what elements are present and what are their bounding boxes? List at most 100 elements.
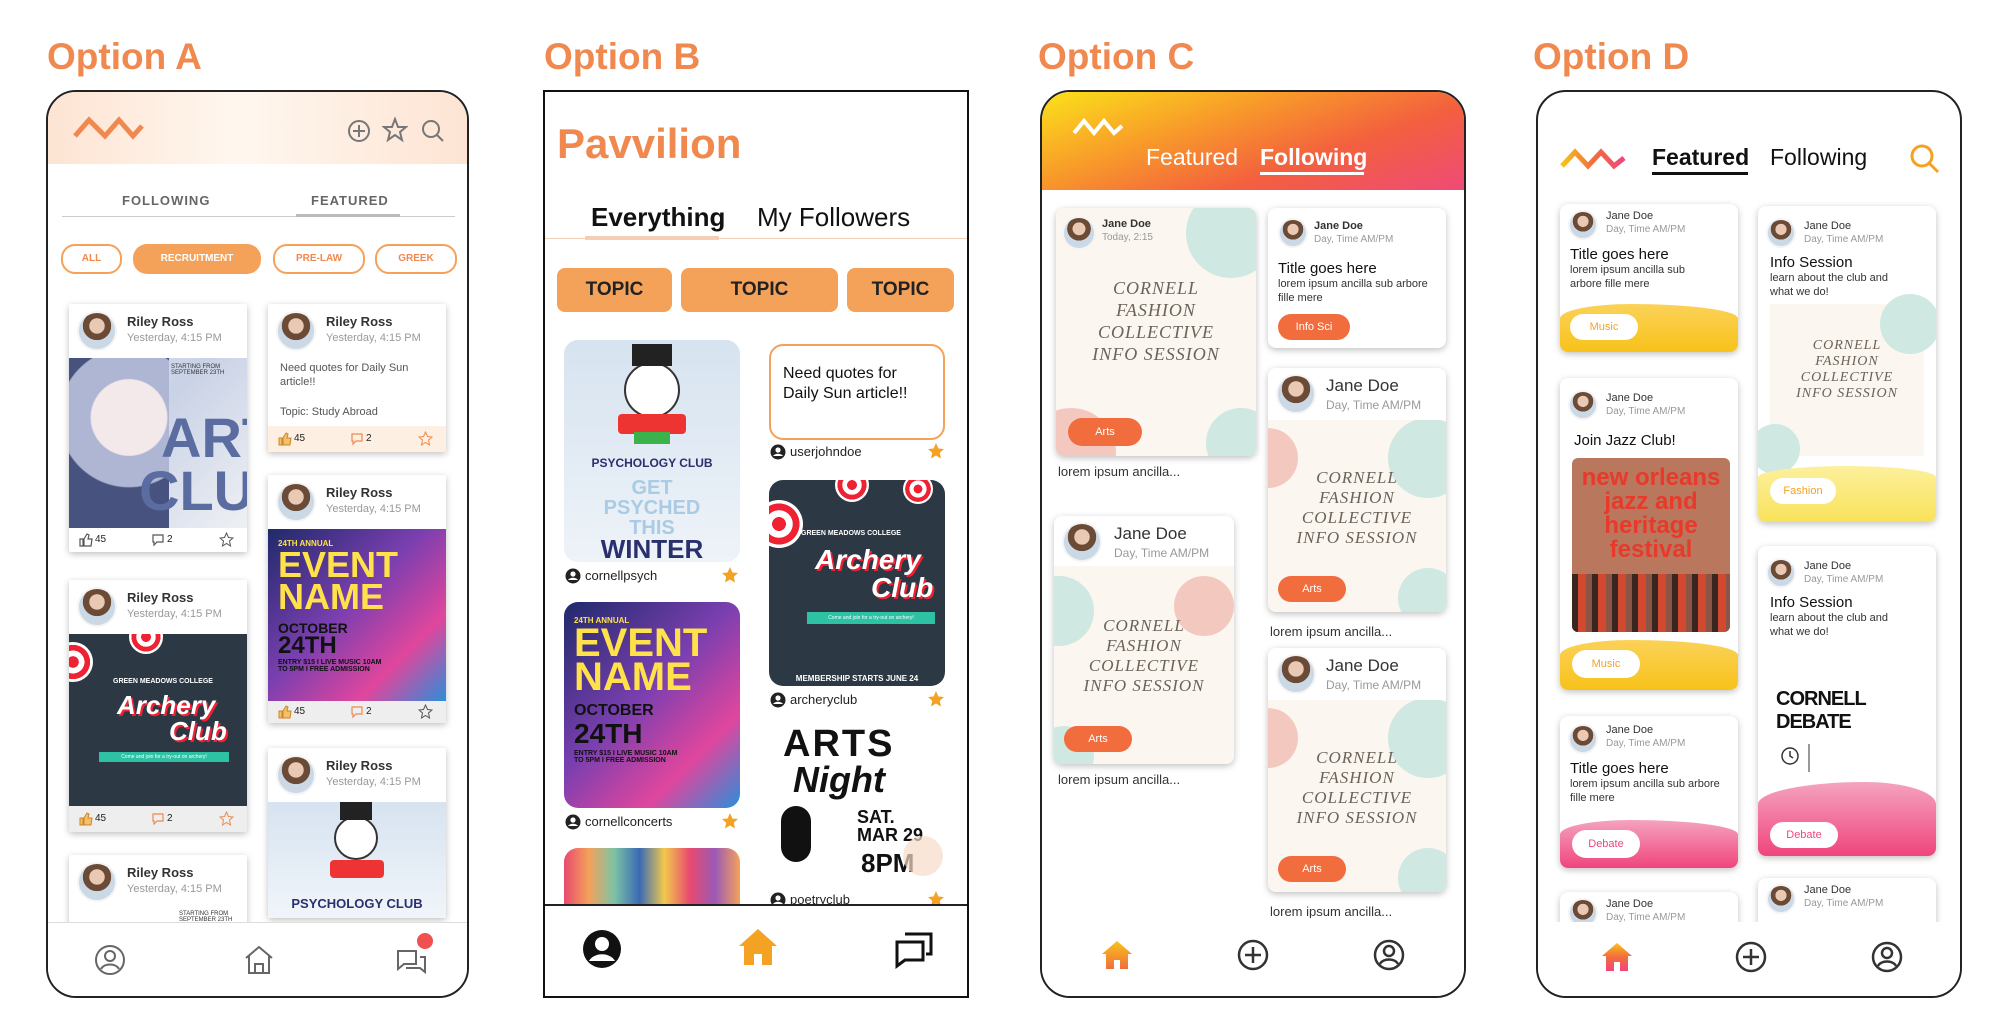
- post-time: Yesterday, 4:15 PM: [326, 503, 421, 515]
- post-card[interactable]: Jane Doe Day, Time AM/PM Join Jazz Club!…: [1560, 378, 1738, 690]
- star-icon[interactable]: [418, 704, 433, 719]
- post-time: Yesterday, 4:15 PM: [326, 776, 421, 788]
- author-name: Jane Doe: [1606, 724, 1654, 736]
- post-title: Title goes here: [1278, 260, 1377, 277]
- tab-everything[interactable]: Everything: [591, 202, 725, 233]
- tag-arts[interactable]: Arts: [1068, 418, 1142, 446]
- text-post[interactable]: Need quotes for Daily Sun article!!: [769, 344, 945, 440]
- author-name: Jane Doe: [1326, 656, 1399, 675]
- tag-music[interactable]: Music: [1570, 314, 1638, 340]
- tag-music[interactable]: Music: [1572, 650, 1640, 678]
- thumbs-up-icon[interactable]: [278, 705, 292, 719]
- comment-icon[interactable]: [151, 533, 165, 547]
- star-icon[interactable]: [927, 690, 945, 708]
- comment-icon[interactable]: [151, 812, 165, 826]
- post-time: Day, Time AM/PM: [1804, 234, 1884, 245]
- post-card[interactable]: CORNELL FASHION COLLECTIVE INFO SESSION …: [1056, 208, 1256, 456]
- star-icon[interactable]: [721, 566, 739, 584]
- username[interactable]: archeryclub: [790, 692, 857, 707]
- tag-debate[interactable]: Debate: [1572, 830, 1640, 858]
- post-card[interactable]: Jane Doe Day, Time AM/PM Info Session le…: [1758, 206, 1936, 522]
- topic-chip[interactable]: TOPIC: [681, 268, 838, 312]
- tab-following[interactable]: Following: [1770, 144, 1867, 171]
- star-icon[interactable]: [219, 811, 234, 826]
- profile-icon[interactable]: [93, 943, 127, 977]
- post-card[interactable]: Riley Ross Yesterday, 4:15 PM 24TH ANNUA…: [268, 475, 446, 723]
- likes-count: 45: [294, 433, 306, 444]
- tag-arts[interactable]: Arts: [1064, 726, 1132, 752]
- profile-icon[interactable]: [581, 928, 623, 970]
- post-body: lorem ipsum ancilla sub arbore fille mer…: [1570, 264, 1685, 290]
- home-icon[interactable]: [737, 926, 779, 968]
- star-icon[interactable]: [721, 812, 739, 830]
- tag-arts[interactable]: Arts: [1278, 856, 1346, 882]
- username[interactable]: userjohndoe: [790, 444, 862, 459]
- search-icon[interactable]: [1908, 142, 1942, 176]
- username[interactable]: cornellpsych: [585, 568, 657, 583]
- post-card[interactable]: CORNELL FASHION COLLECTIVE INFO SESSION …: [1054, 516, 1234, 764]
- topic-chip[interactable]: TOPIC: [557, 268, 672, 312]
- logo-icon: [1072, 117, 1124, 136]
- profile-icon[interactable]: [1870, 940, 1904, 974]
- option-b-title: Option B: [544, 36, 701, 77]
- avatar: [1568, 390, 1598, 420]
- post-card[interactable]: Jane Doe Day, Time AM/PM Title goes here…: [1560, 204, 1738, 352]
- tag-info-sci[interactable]: Info Sci: [1278, 314, 1350, 340]
- post-card[interactable]: CORNELL FASHION COLLECTIVE INFO SESSION …: [1268, 368, 1446, 612]
- thumbs-up-icon[interactable]: [278, 432, 292, 446]
- post-card[interactable]: CORNELL FASHION COLLECTIVE INFO SESSION …: [1268, 648, 1446, 892]
- psychology-poster[interactable]: PSYCHOLOGY CLUB GET PSYCHED THIS WINTER: [564, 340, 740, 562]
- tab-following[interactable]: Following: [1260, 144, 1367, 171]
- post-card[interactable]: Jane Doe Day, Time AM/PM Info Session le…: [1758, 546, 1936, 856]
- topic-chip[interactable]: TOPIC: [847, 268, 954, 312]
- tab-following[interactable]: FOLLOWING: [122, 193, 210, 208]
- home-icon[interactable]: [1600, 940, 1634, 974]
- post-text: Need quotes for Daily Sun article!!: [280, 362, 409, 388]
- archery-poster[interactable]: GREEN MEADOWS COLLEGE Archery Club Come …: [769, 480, 945, 686]
- post-card[interactable]: Jane Doe Day, Time AM/PM Title goes here…: [1268, 208, 1446, 348]
- archery-poster: GREEN MEADOWS COLLEGE Archery Club Come …: [69, 634, 247, 808]
- filter-greek[interactable]: GREEK: [375, 244, 457, 274]
- star-icon[interactable]: [418, 431, 433, 446]
- star-icon[interactable]: [382, 117, 408, 143]
- star-icon[interactable]: [927, 442, 945, 460]
- caption: lorem ipsum ancilla...: [1058, 464, 1181, 479]
- post-card[interactable]: Riley Ross Yesterday, 4:15 PM GREEN MEAD…: [69, 580, 247, 832]
- home-icon[interactable]: [242, 943, 276, 977]
- chat-icon[interactable]: [893, 928, 935, 970]
- search-icon[interactable]: [420, 118, 446, 144]
- filter-pre-law[interactable]: PRE-LAW: [273, 244, 365, 274]
- post-card[interactable]: Jane Doe Day, Time AM/PM Title goes here…: [1560, 716, 1738, 868]
- filter-all[interactable]: ALL: [61, 244, 122, 274]
- plus-icon[interactable]: [346, 118, 372, 144]
- post-card[interactable]: Riley Ross Yesterday, 4:15 PM STARTING F…: [69, 304, 247, 552]
- tab-featured[interactable]: Featured: [1146, 144, 1238, 171]
- post-card[interactable]: Riley Ross Yesterday, 4:15 PM PSYCHOLOGY…: [268, 748, 446, 918]
- username[interactable]: cornellconcerts: [585, 814, 672, 829]
- author-name: Jane Doe: [1606, 898, 1654, 910]
- filter-recruitment[interactable]: RECRUITMENT: [133, 244, 261, 274]
- thumbs-up-icon[interactable]: [79, 533, 93, 547]
- post-card[interactable]: Riley Ross Yesterday, 4:15 PM Need quote…: [268, 304, 446, 452]
- tag-fashion[interactable]: Fashion: [1770, 478, 1836, 504]
- club-text: CLUB: [139, 459, 247, 522]
- thumbs-up-icon[interactable]: [79, 812, 93, 826]
- author-name: Riley Ross: [127, 590, 194, 605]
- comment-icon[interactable]: [350, 432, 364, 446]
- tag-debate[interactable]: Debate: [1770, 822, 1838, 848]
- plus-icon[interactable]: [1734, 940, 1768, 974]
- comment-icon[interactable]: [350, 705, 364, 719]
- author-name: Jane Doe: [1102, 218, 1151, 230]
- tag-arts[interactable]: Arts: [1278, 576, 1346, 602]
- tab-featured[interactable]: Featured: [1652, 144, 1749, 171]
- option-c-title: Option C: [1038, 36, 1195, 77]
- event-poster[interactable]: 24TH ANNUAL EVENT NAME OCTOBER 24TH ENTR…: [564, 602, 740, 808]
- plus-icon[interactable]: [1236, 938, 1270, 972]
- profile-icon[interactable]: [1372, 938, 1406, 972]
- arts-night-poster[interactable]: ARTS Night SAT. MAR 29 8PM: [769, 726, 945, 888]
- tab-my-followers[interactable]: My Followers: [757, 202, 910, 233]
- star-icon[interactable]: [219, 532, 234, 547]
- home-icon[interactable]: [1100, 938, 1134, 972]
- tab-featured[interactable]: FEATURED: [311, 193, 389, 208]
- option-d-title: Option D: [1533, 36, 1690, 77]
